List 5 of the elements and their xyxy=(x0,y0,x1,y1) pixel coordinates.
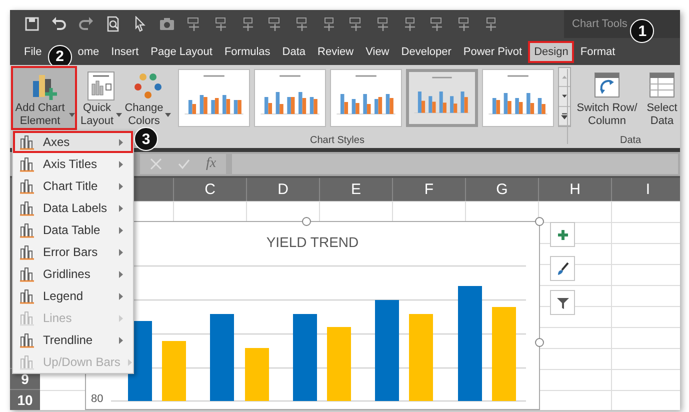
step-badge: 1 xyxy=(630,19,654,43)
axis-label: 80 xyxy=(91,393,104,405)
contextual-tab-title: Chart Tools xyxy=(572,18,628,30)
group-label: Chart Styles xyxy=(310,135,364,147)
group-label: Data xyxy=(620,135,642,147)
